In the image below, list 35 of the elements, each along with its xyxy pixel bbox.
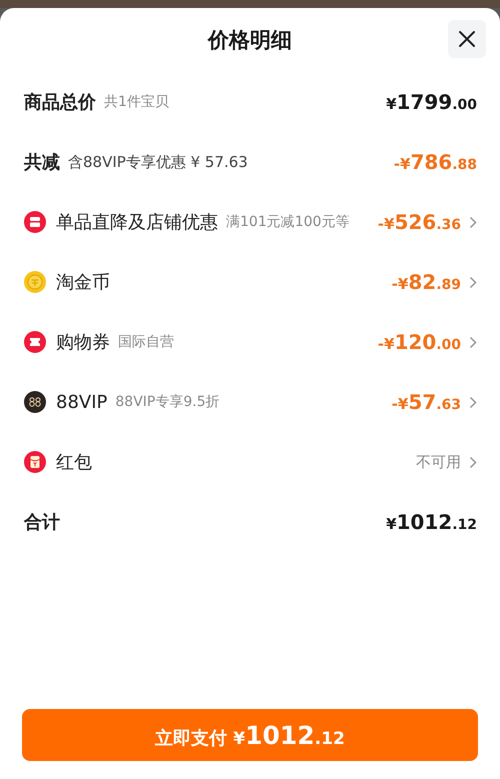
amount: ¥1012.12 (386, 510, 477, 534)
pay-button[interactable]: 立即支付 ¥1012.12 (22, 709, 478, 761)
row-label: 单品直降及店铺优惠 (56, 211, 218, 234)
row-note: 88VIP专享9.5折 (115, 393, 220, 411)
amount: -¥82.89 (392, 270, 461, 294)
amount: -¥526.36 (378, 210, 461, 234)
row-note: 满101元减100元等 (226, 213, 350, 231)
status-text: 不可用 (416, 452, 461, 472)
close-icon (458, 30, 476, 48)
amount: ¥1799.00 (386, 90, 477, 114)
amount: -¥786.88 (394, 150, 477, 174)
row-note: 含88VIP专享优惠 ¥ 57.63 (68, 152, 248, 172)
row-label: 合计 (24, 511, 60, 534)
ticket-icon (24, 331, 46, 353)
row-label: 红包 (56, 451, 92, 474)
row-label: 共减 (24, 151, 60, 174)
envelope-icon (24, 451, 46, 473)
chevron-right-icon[interactable] (469, 276, 477, 288)
chevron-right-icon[interactable] (469, 396, 477, 408)
vip-badge-icon (24, 391, 46, 413)
row-label: 商品总价 (24, 91, 96, 114)
chevron-right-icon[interactable] (469, 456, 477, 468)
coin-icon (24, 271, 46, 293)
chevron-right-icon[interactable] (469, 216, 477, 228)
row-note: 国际自营 (118, 333, 174, 351)
sheet-title: 价格明细 (208, 27, 292, 54)
close-button[interactable] (448, 20, 486, 58)
shop-icon (24, 211, 46, 233)
row-label: 88VIP (56, 392, 108, 412)
chevron-right-icon[interactable] (469, 336, 477, 348)
amount: -¥57.63 (392, 390, 461, 414)
row-label: 购物券 (56, 331, 110, 354)
amount: -¥120.00 (378, 330, 461, 354)
row-note: 共1件宝贝 (104, 93, 169, 111)
row-label: 淘金币 (56, 271, 110, 294)
